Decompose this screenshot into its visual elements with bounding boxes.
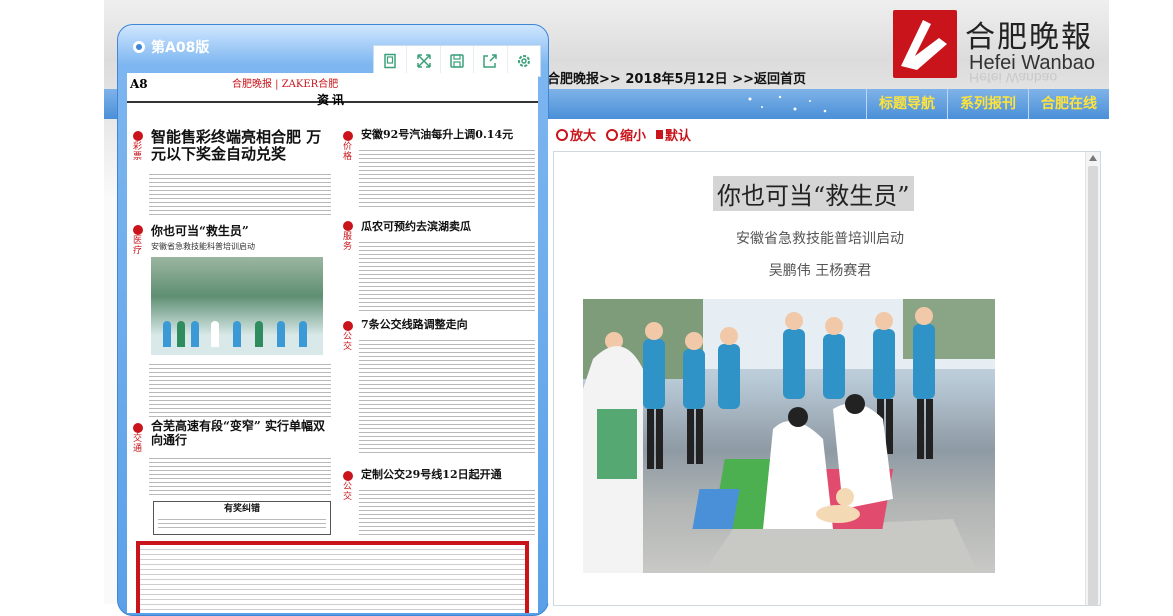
newspaper-masthead: 合肥晚报 | ZAKER合肥: [232, 79, 339, 90]
article-title: 你也可当“救生员”: [713, 176, 914, 211]
scrollbar-thumb[interactable]: [1088, 166, 1098, 606]
scroll-up-arrow-icon[interactable]: [1089, 155, 1097, 161]
document-icon: [656, 130, 664, 139]
page-dot-icon: [133, 41, 145, 53]
article-content-area: 放大 缩小 默认 你也可当“救生员” 安徽省急救技能普培训启动 吴鹏伟 王杨赛君: [548, 119, 1109, 606]
newspaper-header: A8 合肥晚报 | ZAKER合肥 资讯: [127, 73, 538, 107]
article-tag: 交通: [133, 423, 143, 455]
breadcrumb-date: 2018年5月12日: [625, 72, 728, 87]
training-scene-illustration: [583, 299, 995, 573]
nav-links: 标题导航 系列报刊 合肥在线: [866, 89, 1109, 119]
article-body-text: [359, 147, 535, 207]
panel-title: 第A08版: [133, 37, 209, 57]
article-tag: 彩票: [133, 131, 143, 163]
save-icon[interactable]: [441, 46, 475, 76]
nav-item-hefei-online[interactable]: 合肥在线: [1028, 89, 1109, 119]
panel-page-label: 第A08版: [151, 40, 210, 56]
article-tag: 服务: [343, 221, 353, 253]
vertical-scrollbar[interactable]: [1085, 152, 1100, 606]
nav-item-headline-nav[interactable]: 标题导航: [866, 89, 947, 119]
breadcrumb-separator: >>: [599, 72, 621, 87]
article-subtitle: 安徽省急救技能普培训启动: [736, 231, 904, 247]
article-tag: 公交: [343, 321, 353, 353]
article-tag: 公交: [343, 471, 353, 503]
zoom-in-icon: [556, 128, 568, 141]
back-home-link[interactable]: 返回首页: [754, 72, 806, 87]
newspaper-photo[interactable]: [151, 257, 323, 355]
page-icon[interactable]: [374, 46, 408, 76]
zoom-controls: 放大 缩小 默认: [556, 125, 691, 144]
share-icon[interactable]: [474, 46, 508, 76]
newspaper-headline[interactable]: 瓜农可预约去滨湖卖瓜: [361, 220, 536, 234]
zoom-out-button[interactable]: 缩小: [606, 125, 646, 144]
article-authors: 吴鹏伟 王杨赛君: [768, 263, 872, 279]
article-tag: 医疗: [133, 225, 143, 257]
article-body-text: [359, 239, 535, 311]
breadcrumb-site-link[interactable]: 合肥晚报: [547, 72, 599, 87]
newspaper-headline[interactable]: 合芜高速有段“变窄” 实行单幅双向通行: [151, 419, 331, 448]
article-photo: [583, 299, 995, 573]
page-viewer-panel: 第A08版 A8 合肥晚报 | ZAKER合肥 资讯 彩票 智能售彩终端亮相合肥…: [117, 24, 549, 616]
notice-title: 有奖纠错: [223, 504, 260, 514]
newspaper-headline[interactable]: 7条公交线路调整走向: [361, 318, 536, 332]
logo-chinese-text: 合肥晚報: [965, 20, 1093, 55]
article-panel: 你也可当“救生员” 安徽省急救技能普培训启动 吴鹏伟 王杨赛君: [553, 151, 1101, 606]
newspaper-subheadline: 安徽省急救技能科普培训启动: [151, 242, 255, 251]
newspaper-page-number: A8: [130, 77, 148, 91]
nav-item-series-papers[interactable]: 系列报刊: [947, 89, 1028, 119]
notice-box: 有奖纠错: [153, 501, 331, 535]
newspaper-section: 资讯: [317, 93, 348, 107]
article-tag: 价格: [343, 131, 353, 163]
newspaper-headline[interactable]: 定制公交29号线12日起开通: [361, 468, 536, 482]
newspaper-page-image[interactable]: A8 合肥晚报 | ZAKER合肥 资讯 彩票 智能售彩终端亮相合肥 万元以下奖…: [127, 73, 538, 613]
breadcrumb-separator: >>: [732, 72, 754, 87]
fullscreen-icon[interactable]: [407, 46, 441, 76]
logo-mark-icon: [893, 10, 957, 78]
article-body-text: [359, 487, 535, 535]
newspaper-ad-block: [136, 541, 529, 613]
newspaper-headline[interactable]: 智能售彩终端亮相合肥 万元以下奖金自动兑奖: [151, 128, 331, 164]
zoom-default-button[interactable]: 默认: [656, 125, 691, 144]
newspaper-headline[interactable]: 你也可当“救生员”: [151, 224, 331, 239]
zoom-out-icon: [606, 128, 619, 141]
breadcrumb: 合肥晚报>> 2018年5月12日 >>返回首页: [547, 68, 806, 87]
article-body-text: [359, 337, 535, 453]
sparkle-decoration-icon: [748, 95, 827, 113]
newspaper-headline[interactable]: 安徽92号汽油每升上调0.14元: [361, 128, 536, 142]
site-logo[interactable]: 合肥晚報 Hefei Wanbao Hefei Wanbao: [893, 10, 1101, 86]
article-body-text: [149, 361, 331, 417]
article-body-text: [149, 455, 331, 495]
logo-reflection: Hefei Wanbao: [969, 70, 1058, 86]
settings-icon[interactable]: [508, 46, 540, 76]
article-body-text: [149, 171, 331, 217]
zoom-in-button[interactable]: 放大: [556, 125, 596, 144]
